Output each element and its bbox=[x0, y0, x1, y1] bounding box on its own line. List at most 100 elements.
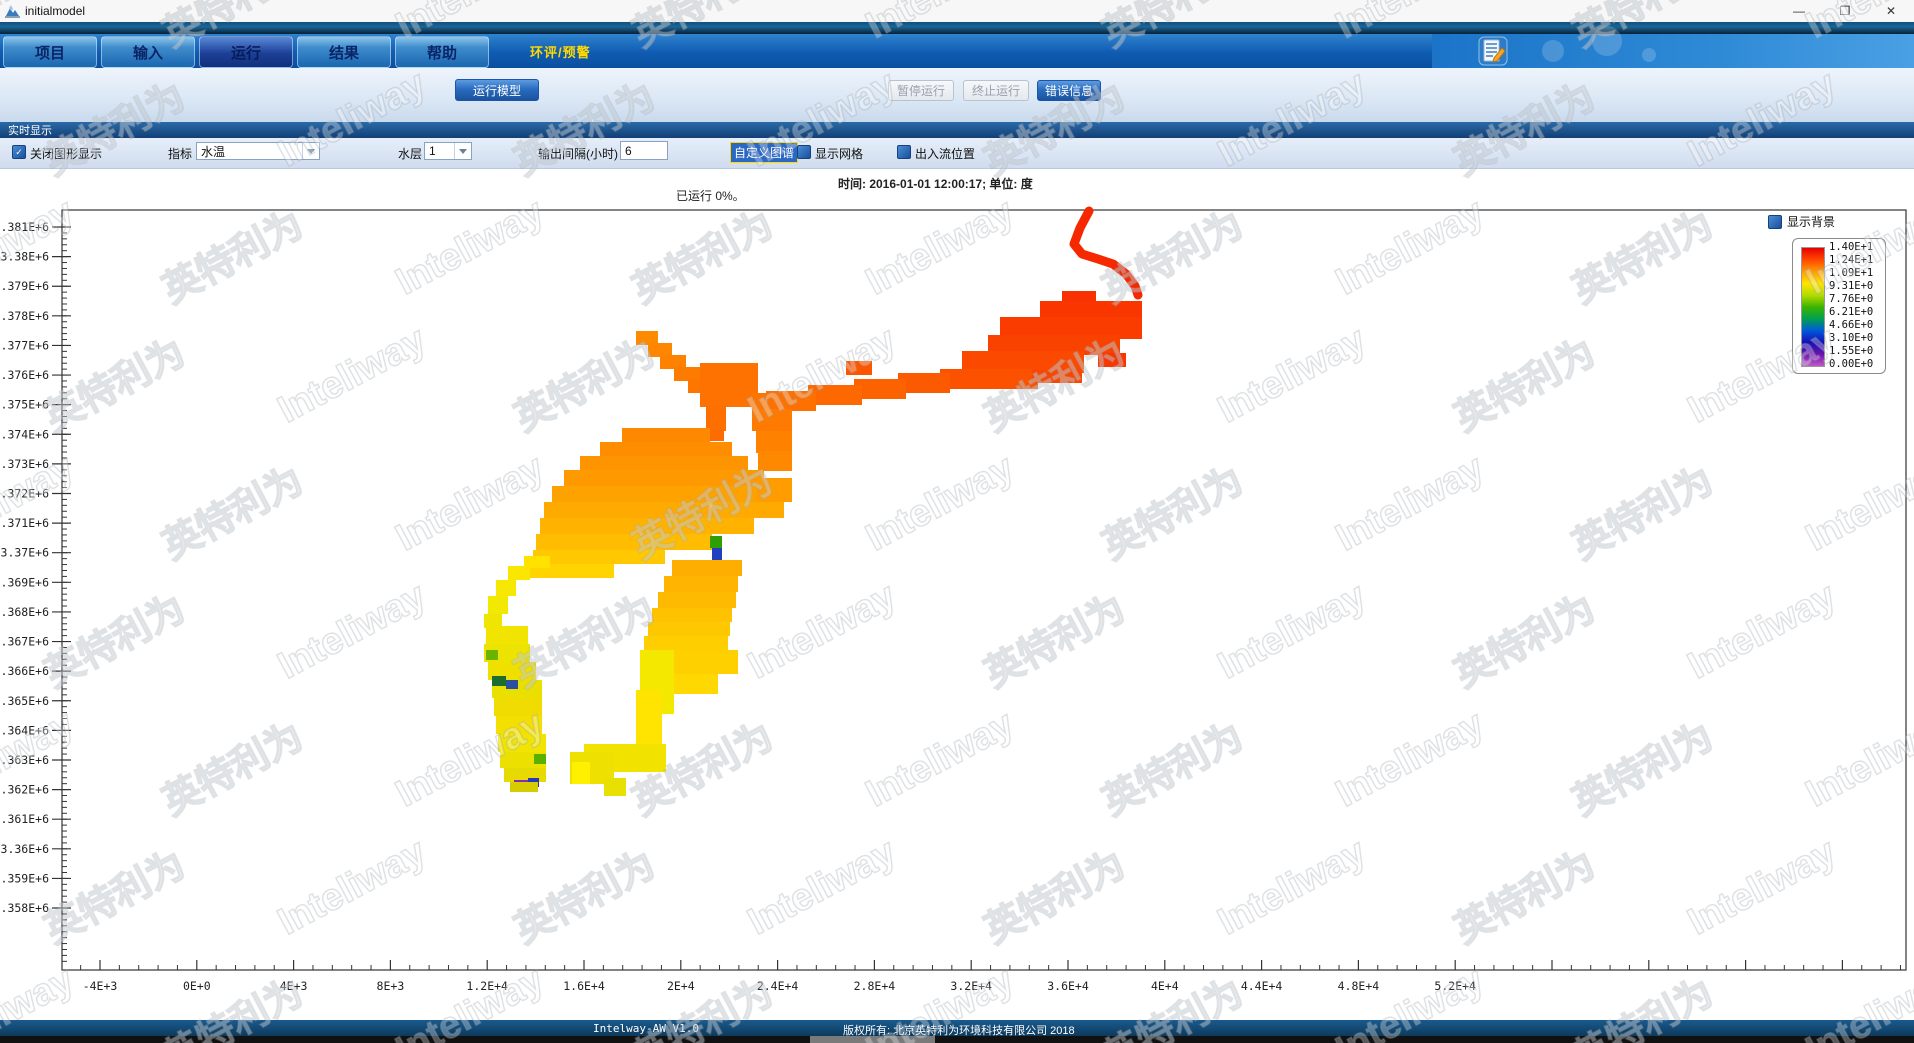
layer-label: 水层 bbox=[398, 145, 422, 162]
legend-value: 6.21E+0 bbox=[1829, 307, 1873, 318]
color-scale-legend: 1.40E+1 1.24E+1 1.09E+1 9.31E+0 7.76E+0 6.21E… bbox=[1792, 238, 1886, 374]
interval-label: 输出间隔(小时) bbox=[538, 145, 618, 162]
status-footer: Intelway-AW V1.0 版权所有: 北京英特利为环境科技有限公司 20… bbox=[0, 1020, 1914, 1036]
svg-text:3.369E+6: 3.369E+6 bbox=[0, 575, 49, 589]
show-grid-checkbox[interactable] bbox=[797, 145, 811, 159]
svg-text:3.379E+6: 3.379E+6 bbox=[0, 279, 49, 293]
notes-icon[interactable] bbox=[1478, 36, 1508, 66]
svg-text:3.36E+6: 3.36E+6 bbox=[1, 842, 50, 856]
indicator-value: 水温 bbox=[201, 143, 225, 160]
legend-value: 1.40E+1 bbox=[1829, 242, 1873, 253]
svg-text:2.4E+4: 2.4E+4 bbox=[757, 979, 799, 993]
restore-button[interactable]: ❐ bbox=[1822, 0, 1868, 22]
svg-text:4E+3: 4E+3 bbox=[280, 979, 308, 993]
svg-text:3.2E+4: 3.2E+4 bbox=[950, 979, 992, 993]
plot-canvas: 3.381E+6 3.38E+6 3.379E+6 3.378E+6 3.377E+6 3… bbox=[0, 195, 1914, 1025]
svg-text:1.2E+4: 1.2E+4 bbox=[466, 979, 508, 993]
svg-text:1.6E+4: 1.6E+4 bbox=[563, 979, 605, 993]
indicator-dropdown[interactable]: 水温 bbox=[196, 142, 320, 160]
run-model-button[interactable]: 运行模型 bbox=[455, 79, 539, 101]
minimize-button[interactable]: — bbox=[1776, 0, 1822, 22]
close-graph-label: 关闭图形显示 bbox=[30, 145, 102, 162]
legend-value: 4.66E+0 bbox=[1829, 320, 1873, 331]
y-axis: 3.381E+6 3.38E+6 3.379E+6 3.378E+6 3.377E+6 3… bbox=[0, 220, 71, 961]
svg-text:3.364E+6: 3.364E+6 bbox=[0, 723, 49, 737]
svg-text:3.6E+4: 3.6E+4 bbox=[1047, 979, 1089, 993]
svg-text:3.363E+6: 3.363E+6 bbox=[0, 753, 49, 767]
legend-value: 0.00E+0 bbox=[1829, 359, 1873, 370]
svg-text:3.372E+6: 3.372E+6 bbox=[0, 486, 49, 500]
tab-help[interactable]: 帮助 bbox=[395, 36, 489, 68]
svg-text:3.359E+6: 3.359E+6 bbox=[0, 871, 49, 885]
realtime-header: 实时显示 bbox=[0, 122, 1914, 138]
legend-value: 7.76E+0 bbox=[1829, 294, 1873, 305]
legend-value: 1.24E+1 bbox=[1829, 255, 1873, 266]
stop-run-button[interactable]: 终止运行 bbox=[963, 80, 1029, 101]
menu-bar: 项目输入运行结果帮助 环评/预警 bbox=[0, 34, 1914, 68]
app-icon bbox=[5, 5, 20, 18]
svg-text:5.2E+4: 5.2E+4 bbox=[1434, 979, 1476, 993]
svg-text:3.362E+6: 3.362E+6 bbox=[0, 783, 49, 797]
legend-value: 9.31E+0 bbox=[1829, 281, 1873, 292]
plot-border bbox=[62, 210, 1906, 970]
svg-text:3.368E+6: 3.368E+6 bbox=[0, 605, 49, 619]
title-bar: initialmodel —❐✕ bbox=[0, 0, 1914, 23]
inout-flow-checkbox[interactable] bbox=[897, 145, 911, 159]
tab-project[interactable]: 项目 bbox=[3, 36, 97, 68]
svg-text:3.375E+6: 3.375E+6 bbox=[0, 398, 49, 412]
svg-text:4E+4: 4E+4 bbox=[1151, 979, 1179, 993]
menu-badge: 环评/预警 bbox=[530, 42, 591, 61]
svg-text:3.377E+6: 3.377E+6 bbox=[0, 338, 49, 352]
tab-input[interactable]: 输入 bbox=[101, 36, 195, 68]
legend-value: 1.55E+0 bbox=[1829, 346, 1873, 357]
pause-run-button[interactable]: 暂停运行 bbox=[888, 80, 954, 101]
chevron-down-icon bbox=[302, 143, 319, 159]
inout-flow-label: 出入流位置 bbox=[915, 145, 975, 162]
close-button[interactable]: ✕ bbox=[1868, 0, 1914, 22]
svg-text:3.361E+6: 3.361E+6 bbox=[0, 812, 49, 826]
svg-text:3.381E+6: 3.381E+6 bbox=[0, 220, 49, 234]
svg-text:2E+4: 2E+4 bbox=[667, 979, 695, 993]
color-scale-values: 1.40E+1 1.24E+1 1.09E+1 9.31E+0 7.76E+0 6.21E… bbox=[1829, 242, 1873, 370]
legend-toggle: 显示背景 bbox=[1768, 213, 1835, 230]
svg-text:8E+3: 8E+3 bbox=[377, 979, 405, 993]
show-background-label: 显示背景 bbox=[1787, 213, 1835, 230]
layer-dropdown[interactable]: 1 bbox=[424, 142, 472, 160]
svg-text:3.358E+6: 3.358E+6 bbox=[0, 901, 49, 915]
svg-text:3.366E+6: 3.366E+6 bbox=[0, 664, 49, 678]
menu-right-panel bbox=[1432, 34, 1914, 68]
svg-text:3.38E+6: 3.38E+6 bbox=[1, 250, 50, 264]
svg-text:2.8E+4: 2.8E+4 bbox=[854, 979, 896, 993]
svg-text:3.367E+6: 3.367E+6 bbox=[0, 635, 49, 649]
layer-value: 1 bbox=[429, 144, 436, 158]
svg-text:0E+0: 0E+0 bbox=[183, 979, 211, 993]
svg-text:3.37E+6: 3.37E+6 bbox=[1, 546, 50, 560]
legend-value: 1.09E+1 bbox=[1829, 268, 1873, 279]
svg-text:4.8E+4: 4.8E+4 bbox=[1338, 979, 1380, 993]
chevron-down-icon bbox=[454, 143, 471, 159]
svg-text:3.378E+6: 3.378E+6 bbox=[0, 309, 49, 323]
window-title: initialmodel bbox=[25, 4, 85, 18]
time-caption: 时间: 2016-01-01 12:00:17; 单位: 度 bbox=[838, 175, 1033, 192]
tab-run[interactable]: 运行 bbox=[199, 36, 293, 68]
svg-text:3.374E+6: 3.374E+6 bbox=[0, 427, 49, 441]
svg-text:3.373E+6: 3.373E+6 bbox=[0, 457, 49, 471]
taskbar-segment bbox=[810, 1036, 935, 1043]
custom-palette-button[interactable]: 自定义图谱 bbox=[730, 142, 798, 163]
indicator-label: 指标 bbox=[168, 145, 192, 162]
realtime-controls: ✓ 关闭图形显示 指标 水温 水层 1 输出间隔(小时) 自定义图谱 显示网格 … bbox=[0, 138, 1914, 169]
close-graph-checkbox[interactable]: ✓ bbox=[12, 145, 26, 159]
svg-text:4.4E+4: 4.4E+4 bbox=[1241, 979, 1283, 993]
color-scale-bar bbox=[1801, 247, 1825, 367]
error-info-button[interactable]: 错误信息 bbox=[1037, 80, 1101, 101]
legend-value: 3.10E+0 bbox=[1829, 333, 1873, 344]
svg-text:-4E+3: -4E+3 bbox=[83, 979, 118, 993]
taskbar-strip bbox=[0, 1036, 1914, 1043]
window-controls: —❐✕ bbox=[1776, 0, 1914, 22]
app-window: initialmodel —❐✕ 项目输入运行结果帮助 环评/预警 运行模型 bbox=[0, 0, 1914, 1043]
svg-text:3.376E+6: 3.376E+6 bbox=[0, 368, 49, 382]
svg-text:3.365E+6: 3.365E+6 bbox=[0, 694, 49, 708]
interval-input[interactable] bbox=[620, 141, 668, 160]
tab-results[interactable]: 结果 bbox=[297, 36, 391, 68]
show-background-checkbox[interactable] bbox=[1768, 215, 1782, 229]
